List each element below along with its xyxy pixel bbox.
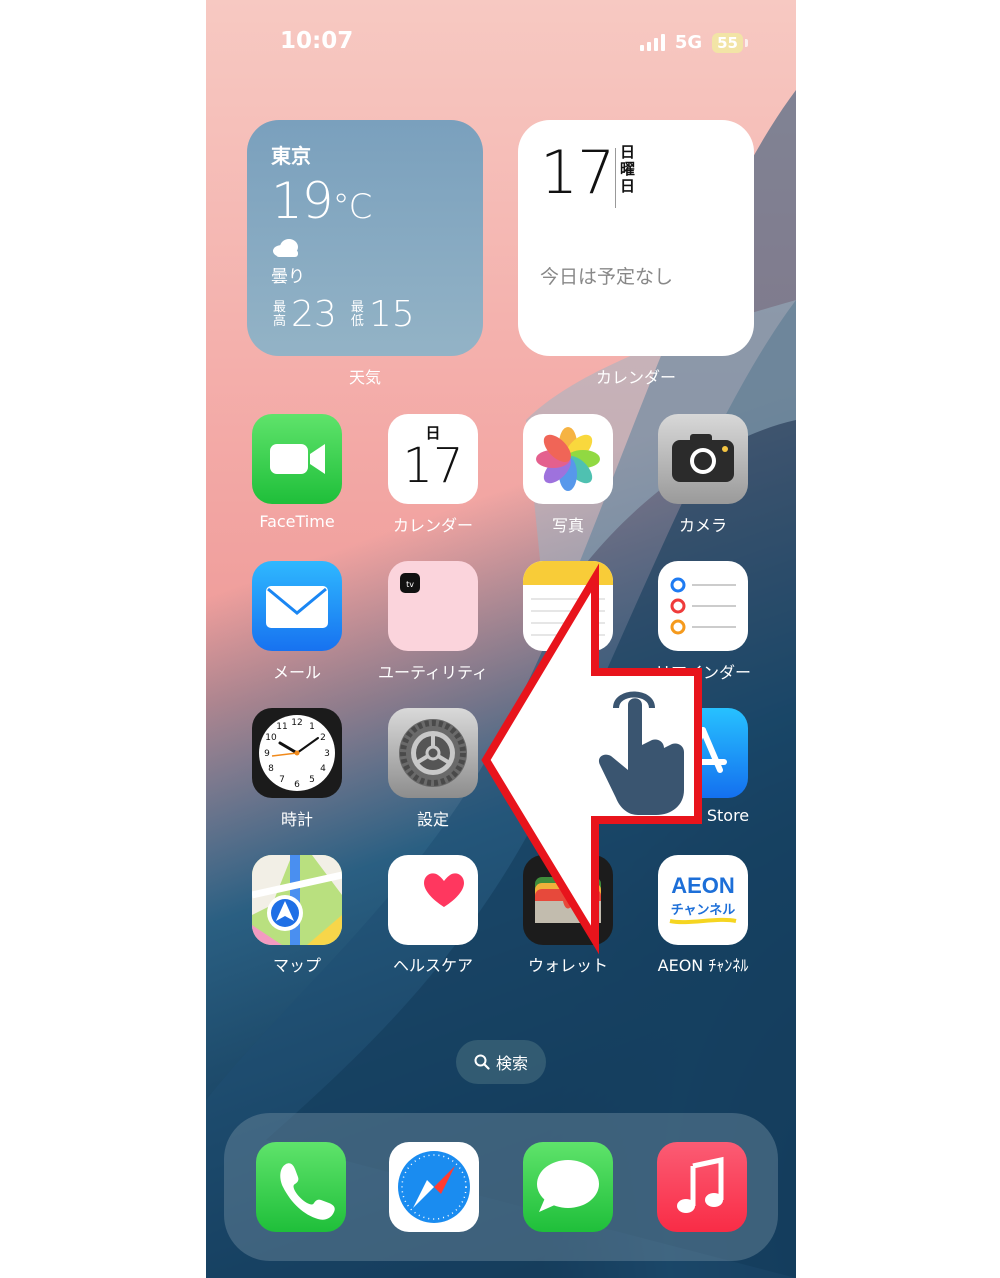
iphone-home-screen: 10:07 5G 55 東京 19°C 曇り 最高 23 最低 15 天気 17… (206, 0, 796, 1278)
tutorial-overlay (481, 563, 702, 955)
